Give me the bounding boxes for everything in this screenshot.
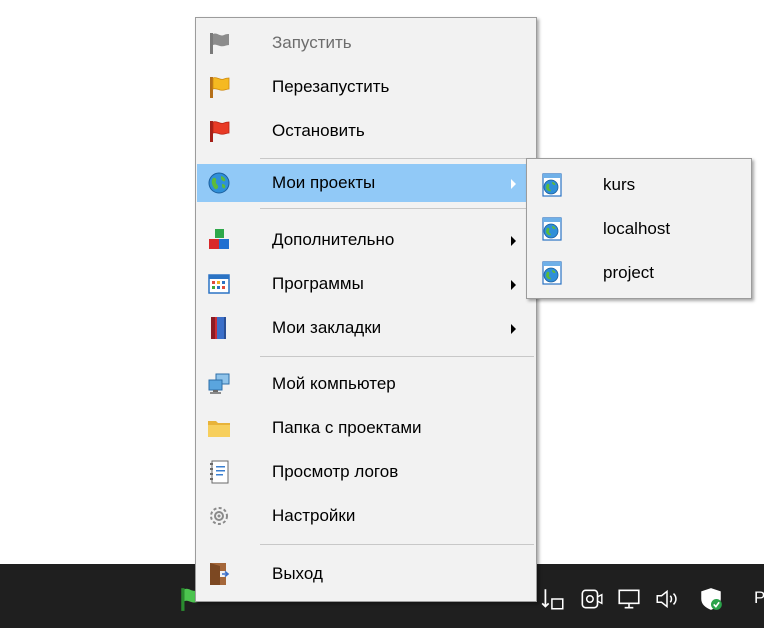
menu-item-exit[interactable]: Выход: [197, 555, 535, 593]
menu-item-additional[interactable]: Дополнительно: [197, 221, 535, 259]
blocks-icon: [207, 228, 231, 252]
globe-icon: [207, 171, 231, 195]
menu-item-label: Программы: [272, 274, 364, 293]
web-page-icon: [540, 173, 564, 197]
folder-icon: [207, 416, 231, 440]
menu-item-label: Папка с проектами: [272, 418, 422, 437]
menu-separator: [260, 544, 534, 545]
menu-item-programs[interactable]: Программы: [197, 265, 535, 303]
submenu-arrow-icon: [511, 179, 516, 189]
yellow-flag-icon: [207, 75, 231, 99]
taskbar-clock[interactable]: P: [754, 588, 764, 608]
door-exit-icon: [207, 562, 231, 586]
gear-icon: [207, 504, 231, 528]
submenu-arrow-icon: [511, 280, 516, 290]
volume-icon[interactable]: [654, 586, 680, 612]
submenu-item-label: kurs: [603, 175, 636, 194]
menu-item-restart[interactable]: Перезапустить: [197, 68, 535, 106]
menu-item-my-computer[interactable]: Мой компьютер: [197, 365, 535, 403]
menu-item-label: Мои проекты: [272, 173, 376, 192]
submenu-arrow-icon: [511, 236, 516, 246]
submenu-item-label: localhost: [603, 219, 671, 238]
menu-item-label: Перезапустить: [272, 77, 390, 96]
my-projects-submenu: kurs localhost project: [526, 158, 752, 299]
security-shield-icon[interactable]: [698, 586, 724, 612]
monitor-tray-icon[interactable]: [616, 586, 642, 612]
submenu-item-label: project: [603, 263, 655, 282]
menu-separator: [260, 356, 534, 357]
book-icon: [207, 316, 231, 340]
menu-item-label: Запустить: [272, 33, 352, 52]
web-page-icon: [540, 217, 564, 241]
menu-item-my-projects[interactable]: Мои проекты: [197, 164, 535, 202]
tray-context-menu: Запустить Перезапустить Остановить Мои п…: [195, 17, 537, 602]
camera-tray-icon[interactable]: [578, 586, 604, 612]
window-grid-icon: [207, 272, 231, 296]
submenu-item-localhost[interactable]: localhost: [528, 210, 750, 248]
menu-item-label: Дополнительно: [272, 230, 395, 249]
submenu-item-kurs[interactable]: kurs: [528, 166, 750, 204]
menu-item-settings[interactable]: Настройки: [197, 497, 535, 535]
menu-item-label: Остановить: [272, 121, 365, 140]
notepad-icon: [207, 460, 231, 484]
screen: Запустить Перезапустить Остановить Мои п…: [0, 0, 764, 628]
menu-item-label: Настройки: [272, 506, 356, 525]
menu-item-start[interactable]: Запустить: [197, 24, 535, 62]
submenu-arrow-icon: [511, 324, 516, 334]
menu-item-projects-folder[interactable]: Папка с проектами: [197, 409, 535, 447]
menu-item-stop[interactable]: Остановить: [197, 112, 535, 150]
network-tray-icon[interactable]: [540, 586, 566, 612]
red-flag-icon: [207, 119, 231, 143]
menu-item-label: Выход: [272, 564, 323, 583]
menu-separator: [260, 158, 534, 159]
menu-separator: [260, 208, 534, 209]
submenu-item-project[interactable]: project: [528, 254, 750, 292]
gray-flag-icon: [207, 31, 231, 55]
computer-icon: [207, 372, 231, 396]
menu-item-label: Мой компьютер: [272, 374, 396, 393]
web-page-icon: [540, 261, 564, 285]
menu-item-view-logs[interactable]: Просмотр логов: [197, 453, 535, 491]
menu-item-label: Мои закладки: [272, 318, 382, 337]
menu-item-label: Просмотр логов: [272, 462, 399, 481]
menu-item-bookmarks[interactable]: Мои закладки: [197, 309, 535, 347]
